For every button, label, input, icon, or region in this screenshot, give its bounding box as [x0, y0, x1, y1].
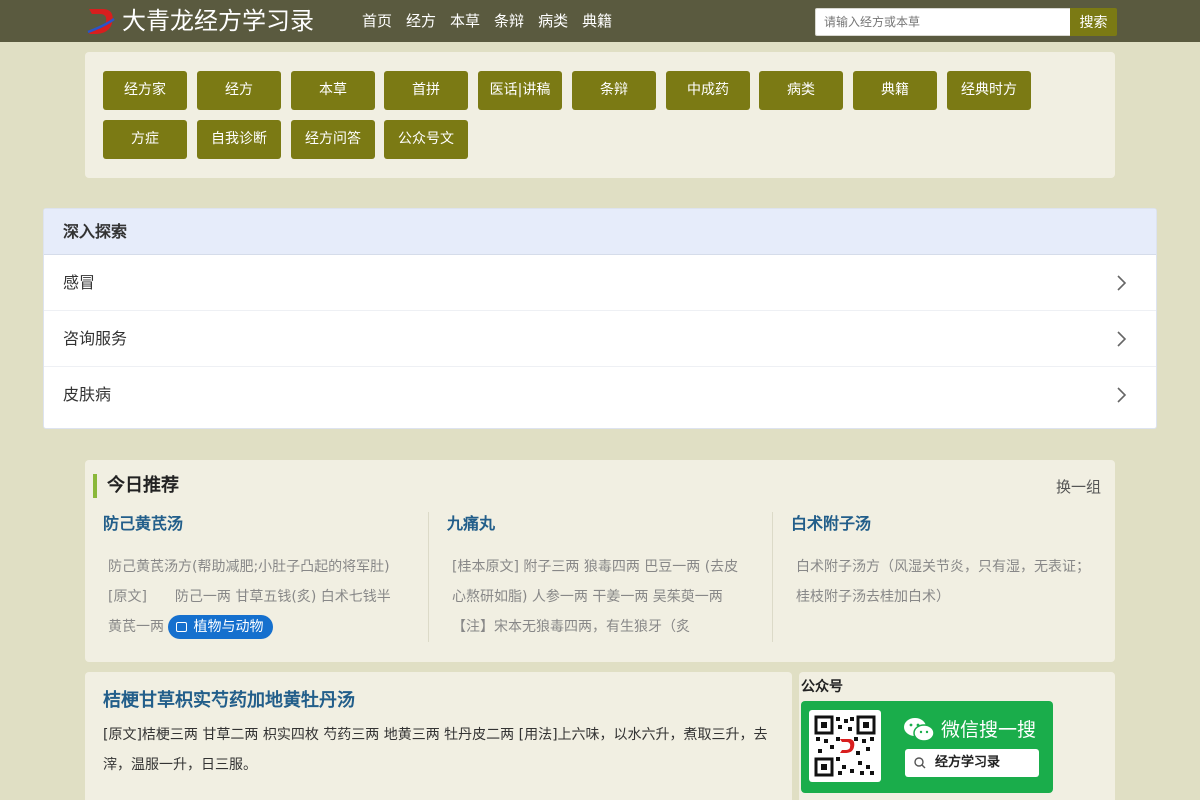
section-accent-bar — [93, 474, 97, 498]
recommend-panel: 今日推荐 换一组 防己黄芪汤 防己黄芪汤方(帮助减肥;小肚子凸起的将军肚)[原文… — [85, 460, 1115, 662]
switch-group-link[interactable]: 换一组 — [1056, 476, 1101, 498]
category-button[interactable]: 病类 — [759, 71, 843, 110]
nav-tiaobian[interactable]: 条辩 — [494, 0, 524, 42]
sidebar-panel: 公众号 微信搜一搜 经方学习录 — [799, 672, 1115, 800]
image-icon — [176, 622, 188, 632]
nav-jingfang[interactable]: 经方 — [406, 0, 436, 42]
category-button[interactable]: 经典时方 — [947, 71, 1031, 110]
explore-item[interactable]: 感冒 — [44, 255, 1156, 311]
category-button[interactable]: 方症 — [103, 120, 187, 159]
recommend-item-title[interactable]: 防己黄芪汤 — [103, 512, 408, 536]
wechat-search-card[interactable]: 微信搜一搜 经方学习录 — [801, 701, 1053, 793]
site-logo-icon[interactable] — [86, 5, 116, 37]
nav-dianji[interactable]: 典籍 — [582, 0, 612, 42]
wechat-search-box[interactable]: 经方学习录 — [905, 749, 1039, 777]
category-button[interactable]: 经方家 — [103, 71, 187, 110]
article-panel: 桔梗甘草枳实芍药加地黄牡丹汤 [原文]桔梗三两 甘草二两 枳实四枚 芍药三两 地… — [85, 672, 792, 800]
category-button[interactable]: 公众号文 — [384, 120, 468, 159]
nav-binglei[interactable]: 病类 — [538, 0, 568, 42]
recommend-card: 白术附子汤 白术附子汤方（风湿关节炎，只有湿，无表证；桂枝附子汤去桂加白术） — [791, 512, 1096, 644]
recommend-item-title[interactable]: 九痛丸 — [447, 512, 752, 536]
category-button[interactable]: 经方问答 — [291, 120, 375, 159]
search-button[interactable]: 搜索 — [1070, 8, 1117, 36]
category-button[interactable]: 典籍 — [853, 71, 937, 110]
article-title[interactable]: 桔梗甘草枳实芍药加地黄牡丹汤 — [103, 686, 355, 712]
recommend-card: 九痛丸 [桂本原文] 附子三两 狼毒四两 巴豆一两 (去皮心熬研如脂) 人参一两… — [447, 512, 752, 644]
site-title[interactable]: 大青龙经方学习录 — [122, 4, 314, 38]
category-button[interactable]: 自我诊断 — [197, 120, 281, 159]
explore-panel: 深入探索 感冒 咨询服务 皮肤病 — [43, 208, 1157, 429]
recommend-item-desc: [桂本原文] 附子三两 狼毒四两 巴豆一两 (去皮心熬研如脂) 人参一两 干姜一… — [452, 559, 739, 635]
chevron-right-icon — [1117, 387, 1127, 403]
category-button[interactable]: 中成药 — [666, 71, 750, 110]
recommend-item-title[interactable]: 白术附子汤 — [791, 512, 1096, 536]
explore-title: 深入探索 — [44, 209, 1156, 255]
wechat-search-label: 微信搜一搜 — [941, 719, 1037, 741]
top-navbar: 大青龙经方学习录 首页 经方 本草 条辩 病类 典籍 搜索 — [0, 0, 1200, 42]
category-tag[interactable]: 植物与动物 — [168, 615, 274, 639]
qr-code-icon — [814, 715, 876, 777]
category-button[interactable]: 条辩 — [572, 71, 656, 110]
article-body: [原文]桔梗三两 甘草二两 枳实四枚 芍药三两 地黄三两 牡丹皮二两 [用法]上… — [103, 727, 768, 773]
wechat-icon — [904, 718, 935, 742]
category-button[interactable]: 首拼 — [384, 71, 468, 110]
nav-home[interactable]: 首页 — [362, 0, 392, 42]
category-panel: 经方家 经方 本草 首拼 医话|讲稿 条辩 中成药 病类 典籍 经典时方 方症 … — [85, 52, 1115, 178]
explore-item-label: 皮肤病 — [63, 385, 112, 404]
recommend-item-desc: 防己黄芪汤方(帮助减肥;小肚子凸起的将军肚)[原文] 防己一两 甘草五钱(炙) … — [103, 552, 408, 642]
explore-item-label: 感冒 — [63, 273, 96, 292]
search-input[interactable] — [815, 8, 1070, 36]
recommend-item-desc: 白术附子汤方（风湿关节炎，只有湿，无表证；桂枝附子汤去桂加白术） — [796, 559, 1090, 605]
category-button[interactable]: 本草 — [291, 71, 375, 110]
sidebar-title: 公众号 — [801, 679, 843, 695]
main-nav: 首页 经方 本草 条辩 病类 典籍 — [362, 0, 626, 42]
qr-code — [809, 710, 881, 782]
chevron-right-icon — [1117, 331, 1127, 347]
wechat-search-keyword: 经方学习录 — [935, 755, 1001, 770]
category-button[interactable]: 经方 — [197, 71, 281, 110]
explore-item-label: 咨询服务 — [63, 329, 128, 348]
explore-item[interactable]: 皮肤病 — [44, 367, 1156, 423]
chevron-right-icon — [1117, 275, 1127, 291]
search-icon — [914, 757, 926, 769]
nav-bencao[interactable]: 本草 — [450, 0, 480, 42]
column-divider — [428, 512, 429, 642]
category-button[interactable]: 医话|讲稿 — [478, 71, 562, 110]
recommend-card: 防己黄芪汤 防己黄芪汤方(帮助减肥;小肚子凸起的将军肚)[原文] 防己一两 甘草… — [103, 512, 408, 644]
explore-item[interactable]: 咨询服务 — [44, 311, 1156, 367]
column-divider — [772, 512, 773, 642]
recommend-title: 今日推荐 — [107, 475, 179, 496]
search-form: 搜索 — [815, 8, 1117, 36]
